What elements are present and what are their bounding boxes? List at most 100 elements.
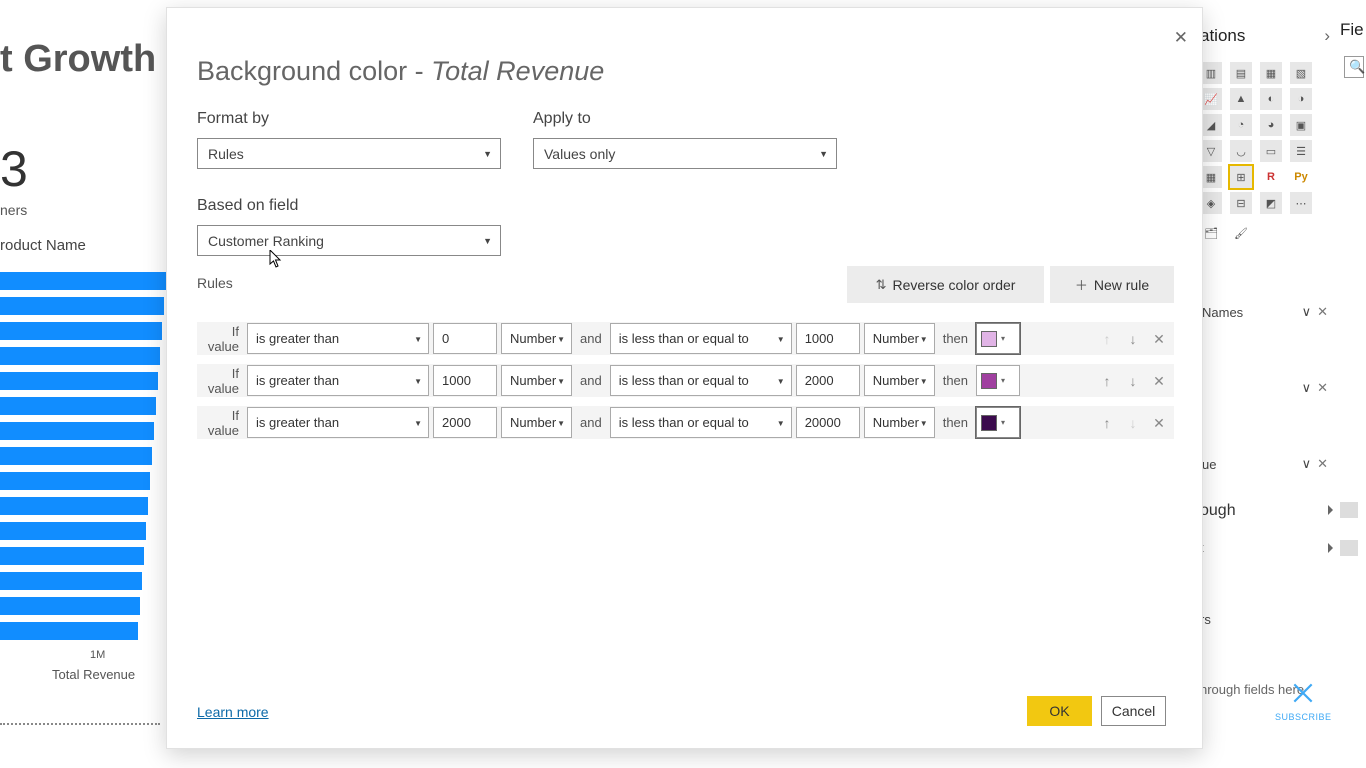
search-icon: 🔍 xyxy=(1349,59,1365,75)
fields-search[interactable]: 🔍 xyxy=(1344,56,1364,78)
bg-bar-chart xyxy=(0,272,166,647)
if-value-label: If value xyxy=(197,366,243,396)
operator-1-dropdown[interactable]: is greater than xyxy=(247,365,429,396)
close-button[interactable]: ✕ xyxy=(1174,28,1188,48)
viz-more-icon[interactable]: ⋯ xyxy=(1290,192,1312,214)
viz-combo-icon[interactable]: ◐ xyxy=(1260,88,1282,110)
viz-key-influencers-icon[interactable]: ◈ xyxy=(1200,192,1222,214)
then-label: then xyxy=(939,415,972,430)
operator-1-dropdown[interactable]: is greater than xyxy=(247,323,429,354)
table-icon[interactable] xyxy=(1340,540,1358,556)
operator-1-dropdown[interactable]: is greater than xyxy=(247,407,429,438)
based-on-field-dropdown[interactable]: Customer Ranking xyxy=(197,225,501,256)
move-up-icon[interactable]: ↑ xyxy=(1096,370,1118,392)
type-2-dropdown[interactable]: Number xyxy=(864,365,935,396)
close-icon[interactable]: ✕ xyxy=(1317,304,1328,319)
color-picker[interactable]: ▾ xyxy=(976,365,1020,396)
viz-table-icon[interactable]: ▦ xyxy=(1200,166,1222,188)
drillthrough-item-2: rs xyxy=(1200,612,1330,627)
viz-card-icon[interactable]: ▭ xyxy=(1260,140,1282,162)
type-1-dropdown[interactable]: Number xyxy=(501,365,572,396)
apply-to-label: Apply to xyxy=(533,110,591,128)
value-2-input[interactable]: 2000 xyxy=(796,365,860,396)
viz-stacked-column-icon[interactable]: ▦ xyxy=(1260,62,1282,84)
value-2-input[interactable]: 1000 xyxy=(796,323,860,354)
viz-area-icon[interactable]: ▲ xyxy=(1230,88,1252,110)
delete-rule-icon[interactable]: ✕ xyxy=(1148,370,1170,392)
learn-more-link[interactable]: Learn more xyxy=(197,704,269,720)
ok-button[interactable]: OK xyxy=(1027,696,1092,726)
type-2-dropdown[interactable]: Number xyxy=(864,407,935,438)
operator-2-dropdown[interactable]: is less than or equal to xyxy=(610,323,792,354)
apply-to-dropdown[interactable]: Values only xyxy=(533,138,837,169)
if-value-label: If value xyxy=(197,408,243,438)
viz-clustered-bar-icon[interactable]: ▤ xyxy=(1230,62,1252,84)
viz-r-icon[interactable]: R xyxy=(1260,166,1282,188)
viz-funnel-icon[interactable]: ▽ xyxy=(1200,140,1222,162)
rule-row-1: If value is greater than 0 Number and is… xyxy=(197,322,1174,355)
viz-pie-icon[interactable]: ◔ xyxy=(1230,114,1252,136)
bg-report-title: t Growth xyxy=(0,38,156,81)
value-1-input[interactable]: 0 xyxy=(433,323,497,354)
operator-2-dropdown[interactable]: is less than or equal to xyxy=(610,365,792,396)
dialog-title: Background color - Total Revenue xyxy=(197,56,604,87)
bg-axis-tick: 1M xyxy=(90,649,105,661)
viz-decomposition-icon[interactable]: ⊟ xyxy=(1230,192,1252,214)
viz-python-icon[interactable]: Py xyxy=(1290,166,1312,188)
new-rule-button[interactable]: ＋ New rule xyxy=(1050,266,1174,303)
viz-stacked-bar-icon[interactable]: ▥ xyxy=(1200,62,1222,84)
viz-ribbon-icon[interactable]: ◢ xyxy=(1200,114,1222,136)
color-picker[interactable]: ▾ xyxy=(976,407,1020,438)
cancel-button[interactable]: Cancel xyxy=(1101,696,1166,726)
viz-clustered-column-icon[interactable]: ▧ xyxy=(1290,62,1312,84)
color-swatch xyxy=(981,415,997,431)
visualizations-heading[interactable]: ations› xyxy=(1200,20,1330,52)
move-down-icon[interactable]: ↓ xyxy=(1122,328,1144,350)
type-1-dropdown[interactable]: Number xyxy=(501,407,572,438)
bg-axis-title: Total Revenue xyxy=(52,667,135,682)
field-names-row[interactable]: Names ∨✕ xyxy=(1200,300,1330,324)
delete-rule-icon[interactable]: ✕ xyxy=(1148,328,1170,350)
value-1-input[interactable]: 2000 xyxy=(433,407,497,438)
format-tab-icon[interactable]: 🖌 xyxy=(1230,222,1252,244)
operator-2-dropdown[interactable]: is less than or equal to xyxy=(610,407,792,438)
close-icon[interactable]: ✕ xyxy=(1317,380,1328,395)
viz-gauge-icon[interactable]: ◡ xyxy=(1230,140,1252,162)
viz-line-icon[interactable]: 📈 xyxy=(1200,88,1222,110)
move-up-icon[interactable]: ↑ xyxy=(1096,412,1118,434)
subscribe-watermark: SUBSCRIBE xyxy=(1275,712,1332,722)
visualization-picker[interactable]: ▥ ▤ ▦ ▧ 📈 ▲ ◐ ◑ ◢ ◔ ◕ ▣ ▽ ◡ ▭ ☰ ▦ ⊞ R Py xyxy=(1200,62,1330,244)
viz-multirow-icon[interactable]: ☰ xyxy=(1290,140,1312,162)
if-value-label: If value xyxy=(197,324,243,354)
viz-donut-icon[interactable]: ◕ xyxy=(1260,114,1282,136)
color-swatch xyxy=(981,373,997,389)
value-1-input[interactable]: 1000 xyxy=(433,365,497,396)
field-row-2[interactable]: ∨✕ xyxy=(1200,376,1330,400)
move-down-icon: ↓ xyxy=(1122,412,1144,434)
type-1-dropdown[interactable]: Number xyxy=(501,323,572,354)
visualizations-panel: ations› ▥ ▤ ▦ ▧ 📈 ▲ ◐ ◑ ◢ ◔ ◕ ▣ ▽ ◡ ▭ ☰ … xyxy=(1200,20,1330,248)
viz-qa-icon[interactable]: ◩ xyxy=(1260,192,1282,214)
fields-tab-icon[interactable]: 🗂 xyxy=(1200,222,1222,244)
viz-matrix-icon[interactable]: ⊞ xyxy=(1230,166,1252,188)
close-icon[interactable]: ✕ xyxy=(1317,456,1328,471)
color-picker[interactable]: ▾ xyxy=(976,323,1020,354)
fields-heading[interactable]: Fie xyxy=(1340,20,1364,40)
format-by-dropdown[interactable]: Rules xyxy=(197,138,501,169)
chevron-down-icon: ▾ xyxy=(1001,418,1005,427)
move-down-icon[interactable]: ↓ xyxy=(1122,370,1144,392)
color-swatch xyxy=(981,331,997,347)
plus-icon: ＋ xyxy=(1075,275,1088,294)
swap-icon: ⇅ xyxy=(876,277,887,293)
and-label: and xyxy=(576,373,606,388)
field-ue-row[interactable]: ue ∨✕ xyxy=(1200,452,1330,476)
table-icon[interactable] xyxy=(1340,502,1358,518)
delete-rule-icon[interactable]: ✕ xyxy=(1148,412,1170,434)
reverse-color-order-button[interactable]: ⇅ Reverse color order xyxy=(847,266,1044,303)
value-2-input[interactable]: 20000 xyxy=(796,407,860,438)
viz-combo2-icon[interactable]: ◑ xyxy=(1290,88,1312,110)
fields-tables xyxy=(1340,502,1366,616)
viz-treemap-icon[interactable]: ▣ xyxy=(1290,114,1312,136)
type-2-dropdown[interactable]: Number xyxy=(864,323,935,354)
bg-divider xyxy=(0,723,160,725)
